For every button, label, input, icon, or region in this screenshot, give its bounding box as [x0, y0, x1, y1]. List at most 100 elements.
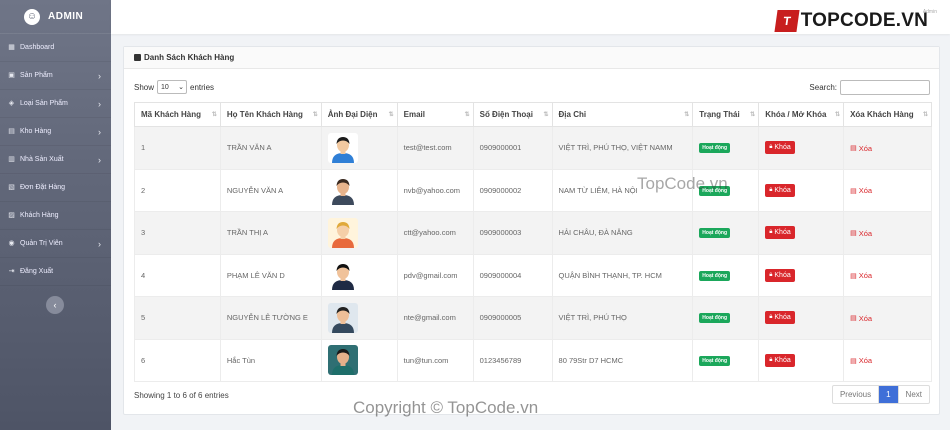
delete-link[interactable]: ▤ Xóa: [850, 144, 872, 153]
column-header[interactable]: Trạng Thái ⇅: [692, 102, 760, 127]
brand-title: ADMIN: [48, 11, 84, 22]
show-label: Show: [134, 82, 155, 92]
sidebar-item[interactable]: ▧ Đơn Đặt Hàng: [0, 174, 111, 202]
lock-label: Khóa: [774, 186, 791, 194]
sidebar-item[interactable]: ▤ Kho Hàng ›: [0, 118, 111, 146]
sidebar-item-label: Đăng Xuất: [20, 268, 54, 275]
lock-cell: 🔒︎ Khóa: [758, 338, 845, 382]
sidebar-item-label: Quản Trị Viên: [20, 240, 63, 247]
customer-address: 80 79Str D7 HCMC: [551, 338, 694, 382]
sidebar-item[interactable]: ▥ Nhà Sản Xuất ›: [0, 146, 111, 174]
avatar: [327, 345, 358, 376]
column-header[interactable]: Email ⇅: [396, 102, 474, 127]
warehouse-icon: ▤: [8, 128, 15, 135]
sidebar-item[interactable]: ⇥ Đăng Xuất: [0, 258, 111, 286]
trash-icon: ▤: [850, 230, 857, 237]
search-wrap: Search:: [809, 79, 930, 95]
delete-cell: ▤ Xóa: [843, 126, 932, 170]
delete-link[interactable]: ▤ Xóa: [850, 186, 872, 195]
brand-logo-icon: ☺: [24, 8, 40, 25]
cart-icon: ▧: [8, 184, 15, 191]
lock-button[interactable]: 🔒︎ Khóa: [765, 311, 795, 325]
column-header[interactable]: Họ Tên Khách Hàng ⇅: [219, 102, 322, 127]
column-header[interactable]: Địa Chỉ ⇅: [551, 102, 694, 127]
avatar: [327, 217, 358, 248]
lock-icon: 🔒︎: [769, 186, 773, 193]
column-header[interactable]: Mã Khách Hàng ⇅: [134, 102, 221, 127]
customer-email: pdv@gmail.com: [396, 253, 474, 297]
lock-button[interactable]: 🔒︎ Khóa: [765, 353, 795, 367]
pager-next[interactable]: Next: [899, 386, 929, 403]
brand[interactable]: ☺ ADMIN: [0, 0, 111, 34]
lock-button[interactable]: 🔒︎ Khóa: [765, 183, 795, 197]
topcode-logo: T TOPCODE.VN: [774, 10, 928, 32]
sidebar-nav: ▦ Dashboard ▣ Sản Phẩm › ◈ Loại Sản Phẩm › ▤ Kho …: [0, 34, 111, 286]
customer-table: Mã Khách Hàng ⇅ Họ Tên Khách Hàng ⇅ Ảnh Đại …: [134, 102, 932, 382]
status-badge: Hoạt động: [699, 313, 730, 324]
lock-button[interactable]: 🔒︎ Khóa: [765, 141, 795, 155]
avatar-cell: [320, 211, 398, 255]
delete-link[interactable]: ▤ Xóa: [850, 314, 872, 323]
factory-icon: ▥: [8, 156, 15, 163]
status-cell: Hoạt động: [692, 253, 760, 297]
lock-button[interactable]: 🔒︎ Khóa: [765, 268, 795, 282]
delete-link[interactable]: ▤ Xóa: [850, 356, 872, 365]
lock-icon: 🔒︎: [769, 356, 773, 363]
trash-icon: ▤: [850, 187, 857, 195]
column-header-label: Khóa / Mở Khóa: [765, 110, 827, 119]
grid-icon: ▦: [8, 44, 15, 51]
delete-link[interactable]: ▤ Xóa: [850, 229, 872, 238]
table-row: 2 NGUYỄN VĂN Anvb@yahoo.com 0909000002 NAM …: [134, 168, 932, 212]
sort-icon: ⇅: [388, 112, 394, 118]
delete-link[interactable]: ▤ Xóa: [850, 271, 872, 280]
pager-page-1[interactable]: 1: [879, 386, 899, 403]
column-header[interactable]: Số Điện Thoại ⇅: [472, 102, 553, 127]
chevron-right-icon: ›: [98, 99, 101, 109]
sidebar-item[interactable]: ◉ Quản Trị Viên ›: [0, 230, 111, 258]
avatar-cell: [320, 296, 398, 340]
sidebar: ☺ ADMIN ▦ Dashboard ▣ Sản Phẩm › ◈ Loại Sản Ph…: [0, 0, 111, 430]
customer-name: TRẦN THỊ A: [219, 211, 322, 255]
pager-previous[interactable]: Previous: [833, 386, 880, 403]
status-badge: Hoạt động: [699, 355, 730, 366]
avatar-cell: [320, 338, 398, 382]
sidebar-item-label: Sản Phẩm: [20, 72, 53, 79]
sidebar-item[interactable]: ◈ Loại Sản Phẩm ›: [0, 90, 111, 118]
sort-icon: ⇅: [922, 112, 928, 118]
table-row: 5 NGUYỄN LÊ TƯỜNG E nte@gmail.com 090900000…: [134, 296, 932, 340]
lock-label: Khóa: [774, 271, 791, 279]
sidebar-item-label: Dashboard: [20, 44, 55, 51]
customer-email: nte@gmail.com: [396, 296, 474, 340]
column-header[interactable]: Khóa / Mở Khóa ⇅: [758, 102, 845, 127]
topbar: Admin T TOPCODE.VN: [111, 0, 950, 34]
lock-cell: 🔒︎ Khóa: [758, 126, 845, 170]
status-badge: Hoạt động: [699, 228, 730, 239]
column-header[interactable]: Ảnh Đại Diện ⇅: [320, 102, 398, 127]
sidebar-item-label: Nhà Sản Xuất: [20, 156, 64, 163]
sidebar-item-label: Kho Hàng: [20, 128, 52, 135]
table-row: 3 TRẦN THỊ A ctt@yahoo.com 0909000003 HẢI CH…: [134, 211, 932, 255]
sidebar-item[interactable]: ▣ Sản Phẩm ›: [0, 62, 111, 90]
table-row: 1 TRẦN VĂN A test@test.com 0909000001 VIỆT T…: [134, 126, 932, 170]
pagination: Previous 1 Next: [831, 385, 930, 404]
table-info: Showing 1 to 6 of 6 entries: [134, 391, 229, 400]
delete-cell: ▤ Xóa: [843, 338, 932, 382]
column-header-label: Trạng Thái: [699, 110, 740, 119]
search-input[interactable]: [840, 79, 930, 95]
customer-email: nvb@yahoo.com: [396, 168, 474, 212]
column-header-label: Ảnh Đại Diện: [327, 110, 378, 119]
lock-icon: 🔒︎: [769, 314, 773, 321]
lock-button[interactable]: 🔒︎ Khóa: [765, 226, 795, 240]
avatar-cell: [320, 126, 398, 170]
entries-select-value: 10: [161, 83, 169, 91]
sidebar-item[interactable]: ▨ Khách Hàng: [0, 202, 111, 230]
entries-select[interactable]: 10 ⌄: [157, 80, 188, 94]
sort-icon: ⇅: [211, 112, 217, 118]
sort-icon: ⇅: [750, 112, 755, 118]
table-header-row: Mã Khách Hàng ⇅ Họ Tên Khách Hàng ⇅ Ảnh Đại …: [134, 102, 932, 127]
sidebar-item[interactable]: ▦ Dashboard: [0, 34, 111, 62]
customer-address: QUẬN BÌNH THẠNH, TP. HCM: [551, 253, 694, 297]
sidebar-collapse-button[interactable]: ‹: [46, 296, 64, 314]
column-header[interactable]: Xóa Khách Hàng ⇅: [843, 102, 932, 127]
customer-id: 4: [134, 253, 221, 297]
